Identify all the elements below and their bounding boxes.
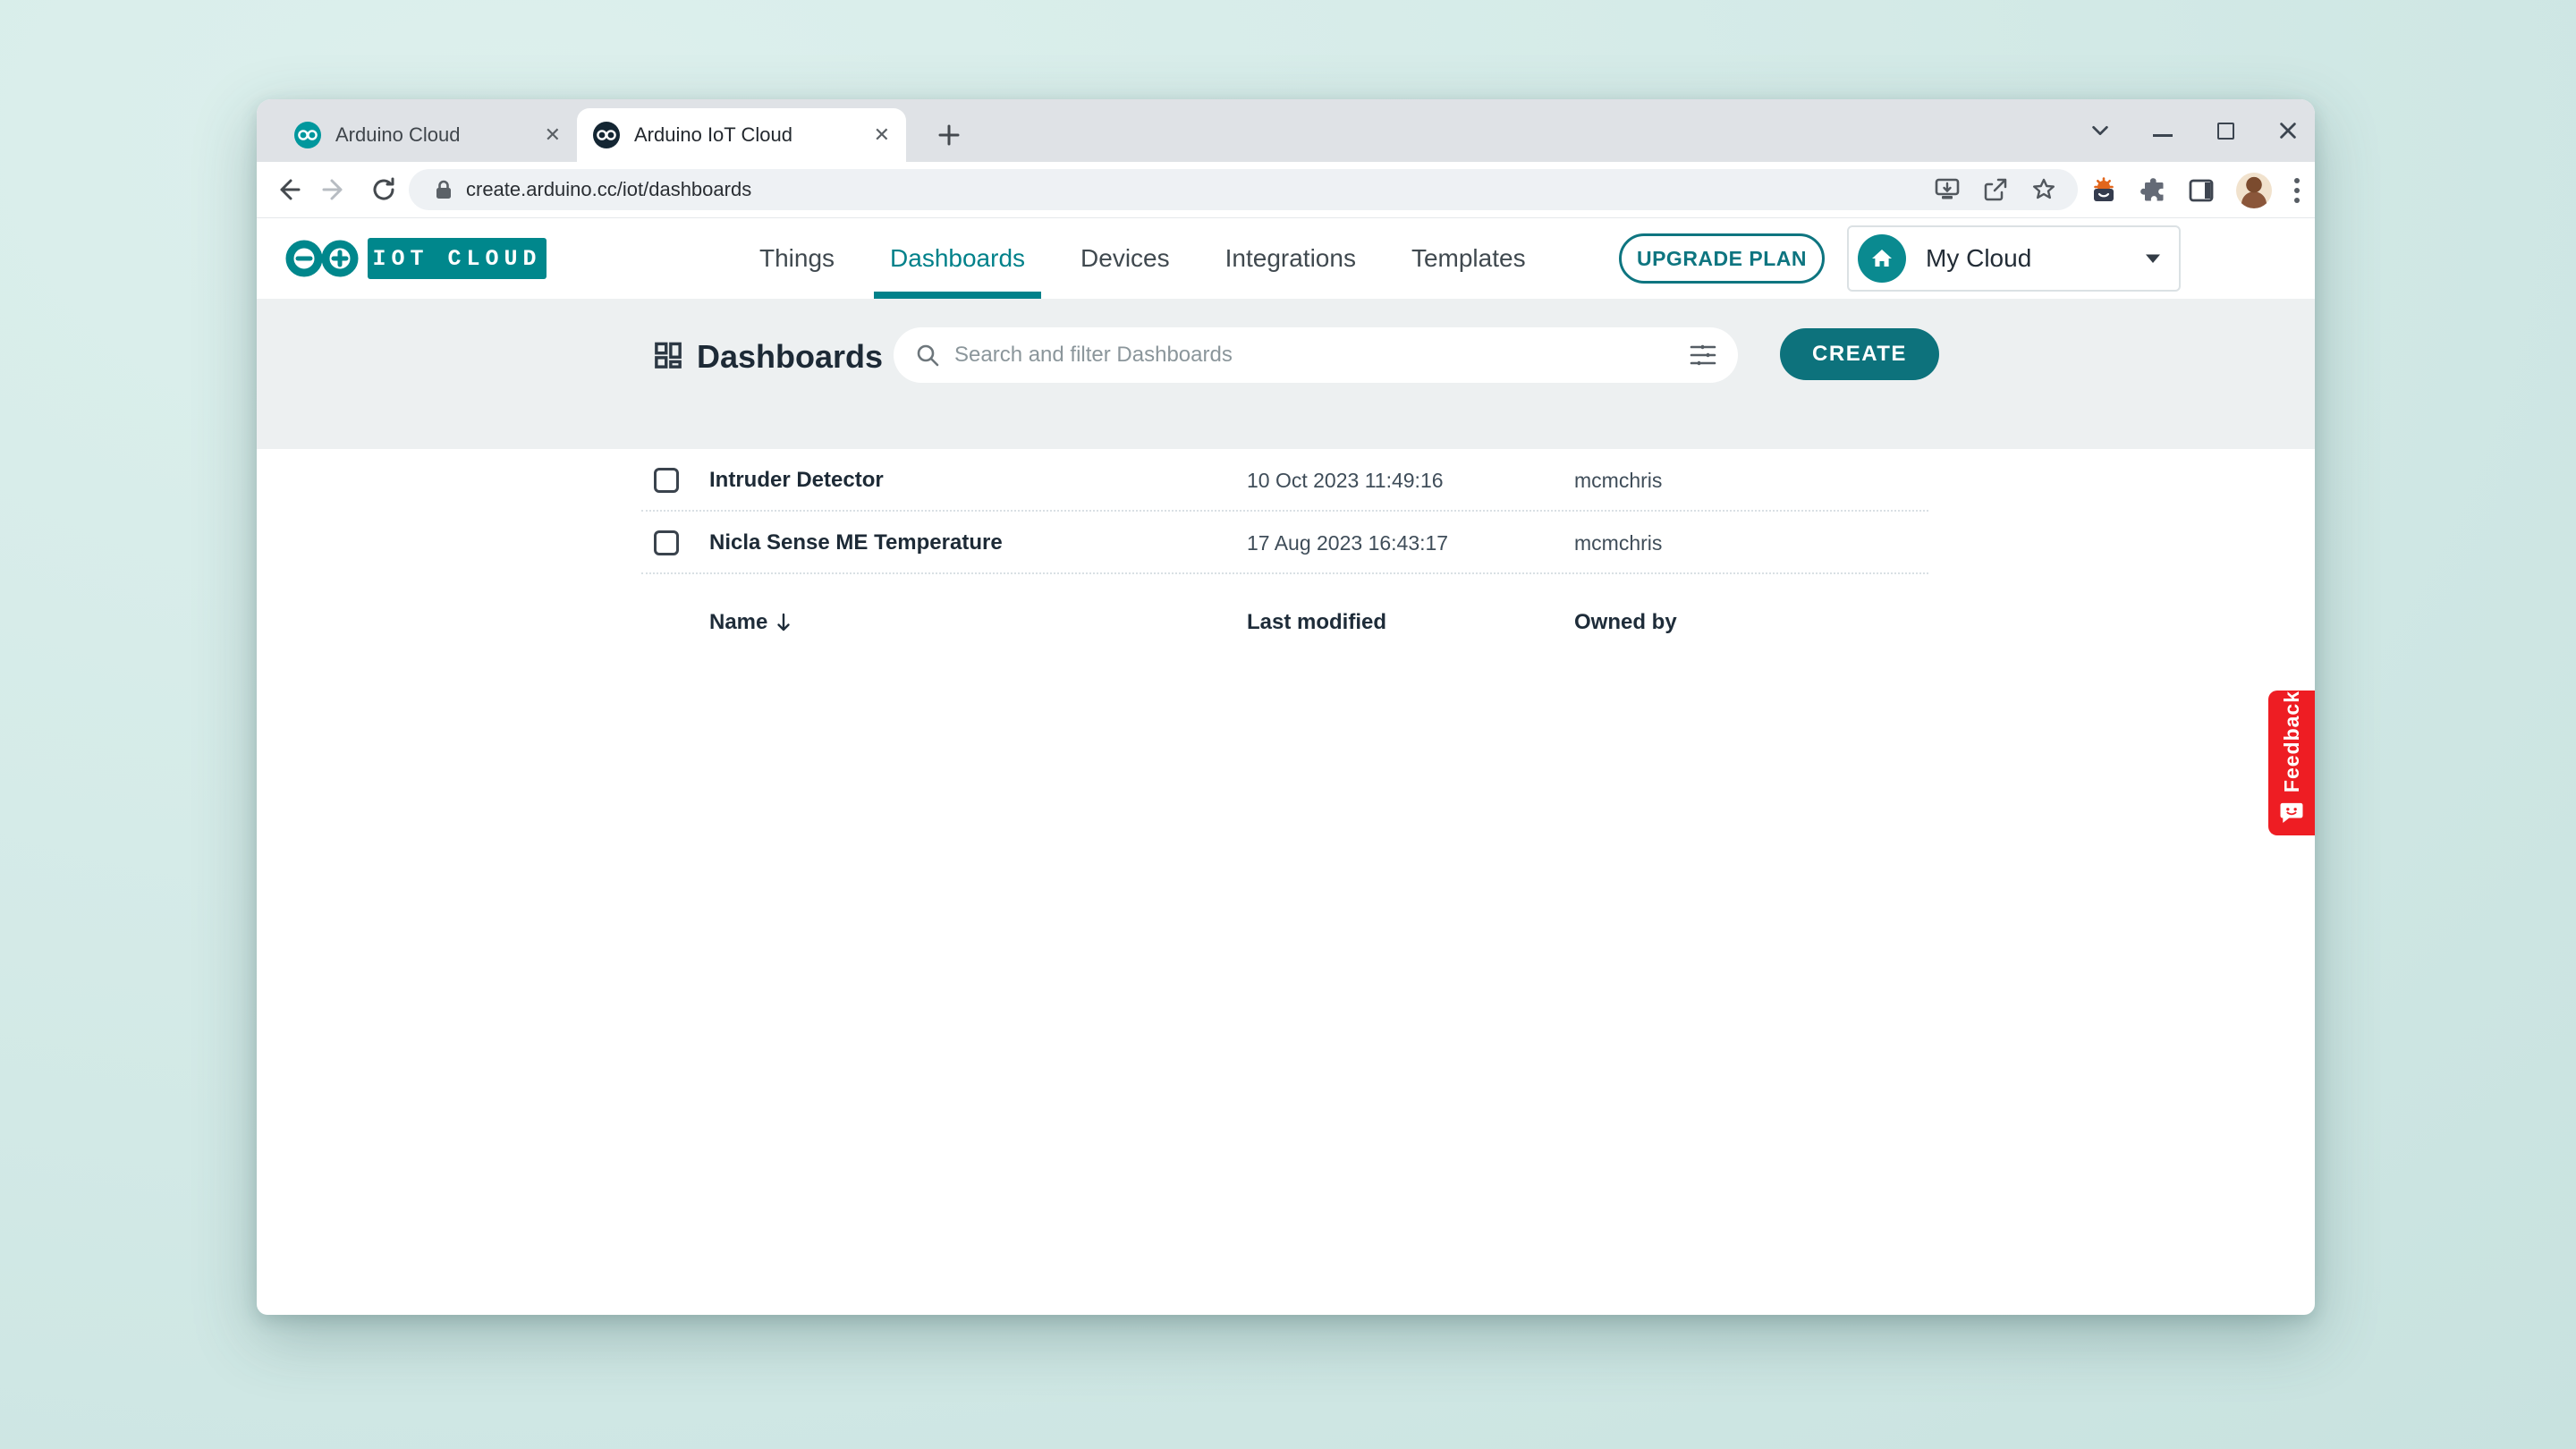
search-input[interactable] xyxy=(954,343,1690,368)
column-header-last-modified[interactable]: Last modified xyxy=(1247,610,1386,635)
address-bar[interactable]: create.arduino.cc/iot/dashboards xyxy=(409,169,2078,210)
dashboards-icon xyxy=(654,341,682,369)
close-tab-icon[interactable]: ✕ xyxy=(874,125,890,145)
feedback-chat-icon xyxy=(2278,801,2305,825)
dashboard-owner: mcmchris xyxy=(1574,449,1662,512)
row-checkbox[interactable] xyxy=(654,530,679,555)
tab-arduino-cloud[interactable]: Arduino Cloud ✕ xyxy=(278,108,577,162)
tab-strip: Arduino Cloud ✕ Arduino IoT Cloud ✕ xyxy=(257,99,2315,162)
column-header-owned-by[interactable]: Owned by xyxy=(1574,610,1677,635)
column-header-name[interactable]: Name xyxy=(709,610,791,635)
search-icon xyxy=(915,343,940,368)
feedback-button[interactable]: Feedback xyxy=(2268,691,2315,835)
tab-label: Arduino IoT Cloud xyxy=(634,123,861,147)
toolbar-extensions-area xyxy=(2089,162,2301,218)
table-row[interactable]: Nicla Sense ME Temperature 17 Aug 2023 1… xyxy=(257,512,2315,574)
nav-tab-devices[interactable]: Devices xyxy=(1075,218,1175,299)
dashboard-last-modified: 10 Oct 2023 11:49:16 xyxy=(1247,449,1444,512)
table-row[interactable]: Intruder Detector 10 Oct 2023 11:49:16 m… xyxy=(257,449,2315,512)
filter-sliders-icon[interactable] xyxy=(1690,343,1716,367)
nav-tab-things[interactable]: Things xyxy=(754,218,840,299)
extensions-puzzle-icon[interactable] xyxy=(2140,177,2166,204)
browser-profile-avatar[interactable] xyxy=(2236,173,2272,208)
table-header: Name Last modified Owned by xyxy=(257,610,2315,646)
app-nav-links: Things Dashboards Devices Integrations T… xyxy=(754,218,1531,299)
nav-tab-integrations[interactable]: Integrations xyxy=(1220,218,1361,299)
sort-desc-icon xyxy=(776,613,791,632)
url-text: create.arduino.cc/iot/dashboards xyxy=(466,178,1935,201)
dashboards-table: Intruder Detector 10 Oct 2023 11:49:16 m… xyxy=(257,449,2315,574)
share-icon[interactable] xyxy=(1983,177,2008,202)
lock-icon xyxy=(434,179,453,200)
dashboard-owner: mcmchris xyxy=(1574,512,1662,574)
side-panel-icon[interactable] xyxy=(2188,177,2215,204)
browser-menu-kebab-icon[interactable] xyxy=(2293,176,2301,205)
reload-button[interactable] xyxy=(364,170,403,209)
arduino-favicon-dark-icon xyxy=(593,122,620,148)
close-window-icon[interactable] xyxy=(2277,120,2299,141)
home-circle xyxy=(1858,234,1906,283)
nav-tab-templates[interactable]: Templates xyxy=(1406,218,1531,299)
dashboard-name[interactable]: Intruder Detector xyxy=(709,449,884,512)
tab-label: Arduino Cloud xyxy=(335,123,532,147)
workspace-label: My Cloud xyxy=(1926,244,2145,273)
shopping-extension-icon[interactable] xyxy=(2089,176,2118,205)
browser-toolbar: create.arduino.cc/iot/dashboards xyxy=(257,162,2315,218)
page-title: Dashboards xyxy=(697,338,883,376)
nav-tab-dashboards[interactable]: Dashboards xyxy=(885,218,1030,299)
bookmark-star-icon[interactable] xyxy=(2031,177,2056,202)
plus-icon xyxy=(936,123,962,148)
home-icon xyxy=(1870,247,1894,270)
dashboard-name[interactable]: Nicla Sense ME Temperature xyxy=(709,512,1003,574)
row-checkbox[interactable] xyxy=(654,468,679,493)
close-tab-icon[interactable]: ✕ xyxy=(545,125,561,145)
minimize-icon[interactable] xyxy=(2152,120,2174,141)
maximize-icon[interactable] xyxy=(2215,120,2236,141)
forward-button[interactable] xyxy=(316,170,355,209)
browser-window: Arduino Cloud ✕ Arduino IoT Cloud ✕ xyxy=(257,99,2315,1315)
arduino-logo-icon xyxy=(284,237,360,280)
chevron-down-icon xyxy=(2145,253,2161,264)
window-controls xyxy=(2089,99,2299,162)
iot-cloud-badge: IOT CLOUD xyxy=(368,238,547,279)
arduino-favicon-teal-icon xyxy=(294,122,321,148)
upgrade-plan-button[interactable]: UPGRADE PLAN xyxy=(1619,233,1825,284)
tab-arduino-iot-cloud[interactable]: Arduino IoT Cloud ✕ xyxy=(577,108,906,162)
app-navbar: IOT CLOUD Things Dashboards Devices Inte… xyxy=(257,218,2315,299)
address-bar-actions xyxy=(1935,177,2056,202)
back-button[interactable] xyxy=(267,170,307,209)
content-header: Dashboards CREATE Name Last modified xyxy=(257,299,2315,449)
install-icon[interactable] xyxy=(1935,178,1960,201)
feedback-label: Feedback xyxy=(2280,691,2304,792)
restore-down-chevron-icon[interactable] xyxy=(2089,120,2111,141)
new-tab-button[interactable] xyxy=(933,119,965,151)
dashboard-last-modified: 17 Aug 2023 16:43:17 xyxy=(1247,512,1448,574)
create-button[interactable]: CREATE xyxy=(1780,328,1939,380)
workspace-selector[interactable]: My Cloud xyxy=(1847,225,2181,292)
search-bar[interactable] xyxy=(894,327,1738,383)
